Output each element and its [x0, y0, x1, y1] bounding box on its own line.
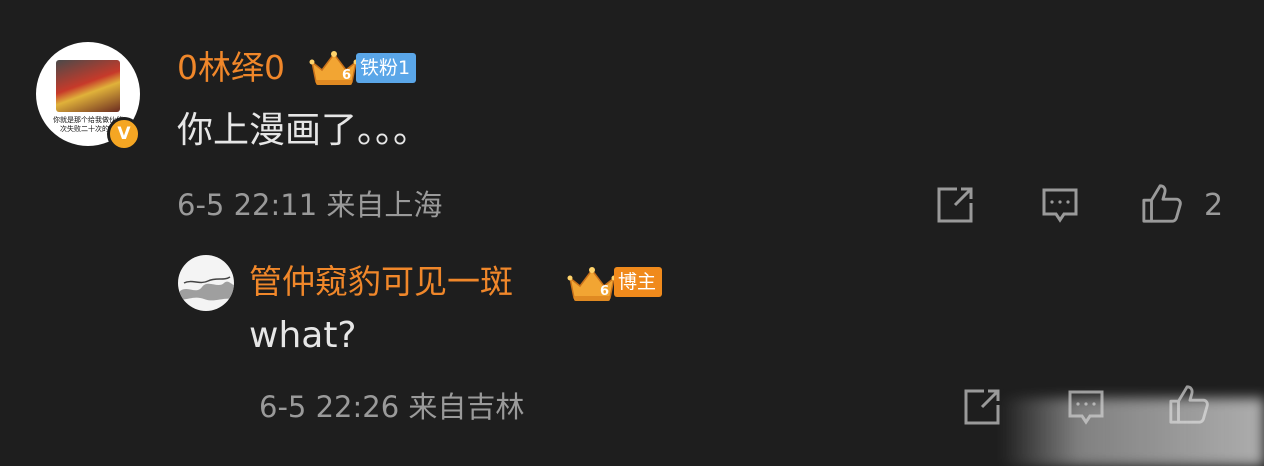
reply-crown-icon: 6 [566, 264, 618, 304]
crown-icon: 6 [308, 48, 360, 88]
reply-meta: 6-5 22:26 来自吉林 [259, 389, 524, 425]
comment-meta: 6-5 22:11 来自上海 [177, 187, 442, 223]
reply-crown-level: 6 [600, 284, 609, 299]
avatar-image [56, 60, 120, 112]
reply-location: 来自吉林 [408, 390, 525, 424]
comment-thread: 你就是那个给我做伙伴 次失败二十次的损 V 0林绎0 6 铁粉1 你上漫画了。。… [0, 0, 1264, 466]
comment-location: 来自上海 [326, 188, 443, 222]
verified-badge-icon: V [107, 117, 141, 151]
fan-badge[interactable]: 铁粉1 [356, 53, 417, 83]
comment-icon[interactable] [1039, 184, 1081, 226]
comment-date: 6-5 22:11 [177, 188, 318, 222]
like-icon[interactable] [1141, 183, 1183, 225]
crown-level: 6 [342, 68, 351, 83]
share-icon[interactable] [934, 184, 976, 226]
reply-avatar[interactable] [178, 255, 234, 311]
watermark-overlay [1000, 398, 1264, 466]
comment-text: 你上漫画了。。。 [177, 110, 430, 151]
comment-username[interactable]: 0林绎0 [177, 48, 285, 88]
like-count: 2 [1204, 188, 1224, 223]
reply-username[interactable]: 管仲窥豹可见一斑 [249, 262, 513, 302]
reply-share-icon[interactable] [961, 386, 1003, 428]
reply-date: 6-5 22:26 [259, 390, 400, 424]
reply-text: what? [249, 315, 357, 356]
blogger-badge: 博主 [614, 267, 663, 297]
